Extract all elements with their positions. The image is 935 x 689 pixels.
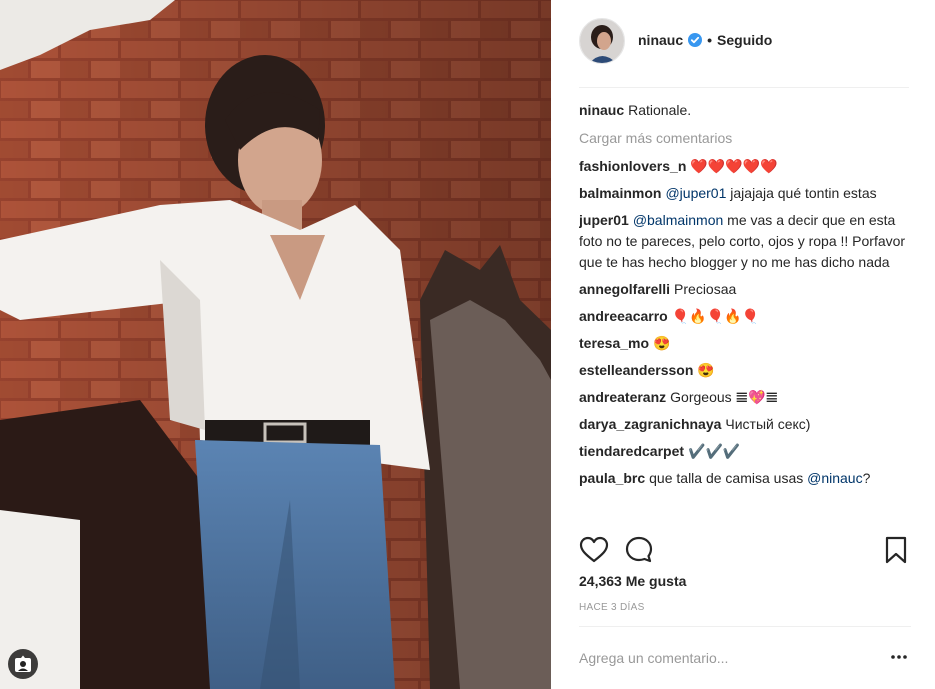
follow-status[interactable]: Seguido [717, 32, 772, 48]
comment-mention[interactable]: @ninauc [807, 470, 862, 486]
comment-item: darya_zagranichnaya Чистый секс) [579, 414, 911, 435]
post-header: ninauc • Seguido [579, 18, 909, 88]
comment-text: que talla de camisa usas [649, 470, 808, 486]
comment-item: tiendaredcarpet ✔️✔️✔️ [579, 441, 911, 462]
comment-mention[interactable]: @balmainmon [633, 212, 723, 228]
post-timestamp[interactable]: HACE 3 DÍAS [579, 602, 645, 613]
comment-username[interactable]: andreeacarro [579, 308, 668, 324]
post-actions [579, 535, 911, 567]
comment-text: jajajaja qué tontin estas [726, 185, 877, 201]
comment-bubble-icon[interactable] [624, 535, 654, 565]
comment-text: 😍 [697, 362, 715, 378]
comment-username[interactable]: teresa_mo [579, 335, 649, 351]
comment-text: Чистый секс) [725, 416, 811, 432]
comment-text-after: ? [862, 470, 871, 486]
load-more-comments-link[interactable]: Cargar más comentarios [579, 128, 911, 149]
comment-text: 🎈🔥🎈🔥🎈 [671, 308, 759, 324]
comment-item: andreateranz Gorgeous 𝌆💖𝌆 [579, 387, 911, 408]
comment-text: ✔️✔️✔️ [688, 443, 741, 459]
comment-username[interactable]: balmainmon [579, 185, 661, 201]
like-count[interactable]: 24,363 Me gusta [579, 573, 686, 589]
comment-username[interactable]: paula_brc [579, 470, 645, 486]
comment-item: annegolfarelli Preciosaa [579, 279, 911, 300]
post-sidebar: ninauc • Seguido ninauc Rationale. Cargar… [551, 0, 935, 689]
comment-item: juper01 @balmainmon me vas a decir que en… [579, 210, 911, 273]
comment-item: paula_brc que talla de camisa usas @ninau… [579, 468, 911, 489]
comment-list[interactable]: ninauc Rationale. Cargar más comentarios … [579, 100, 911, 524]
comment-text: Preciosaa [674, 281, 737, 297]
comment-username[interactable]: annegolfarelli [579, 281, 670, 297]
comment-username[interactable]: estelleandersson [579, 362, 693, 378]
avatar[interactable] [579, 18, 625, 64]
comment-item: balmainmon @juper01 jajajaja qué tontin e… [579, 183, 911, 204]
comment-text: 😍 [653, 335, 671, 351]
comment-username[interactable]: darya_zagranichnaya [579, 416, 721, 432]
photo-illustration [0, 0, 551, 689]
caption-username[interactable]: ninauc [579, 102, 624, 118]
post-photo[interactable] [0, 0, 551, 689]
comment-username[interactable]: fashionlovers_n [579, 158, 686, 174]
caption: ninauc Rationale. [579, 100, 911, 121]
more-dots-icon[interactable] [889, 649, 909, 665]
comment-item: estelleandersson 😍 [579, 360, 911, 381]
comment-item: andreeacarro 🎈🔥🎈🔥🎈 [579, 306, 911, 327]
comment-item: fashionlovers_n ❤️❤️❤️❤️❤️ [579, 156, 911, 177]
add-comment-section [579, 626, 911, 689]
comment-input[interactable] [579, 647, 869, 669]
username[interactable]: ninauc [638, 32, 683, 48]
verified-badge-icon [688, 33, 703, 47]
comment-username[interactable]: andreateranz [579, 389, 666, 405]
comment-text: ❤️❤️❤️❤️❤️ [690, 158, 778, 174]
comment-username[interactable]: juper01 [579, 212, 629, 228]
heart-icon[interactable] [579, 535, 609, 565]
user-tag-icon[interactable] [8, 649, 38, 679]
caption-text: Rationale. [628, 102, 692, 118]
comment-item: teresa_mo 😍 [579, 333, 911, 354]
comment-text: Gorgeous 𝌆💖𝌆 [670, 389, 779, 405]
bookmark-icon[interactable] [881, 535, 911, 565]
separator-dot: • [707, 32, 713, 48]
comment-username[interactable]: tiendaredcarpet [579, 443, 684, 459]
comment-mention[interactable]: @juper01 [665, 185, 726, 201]
